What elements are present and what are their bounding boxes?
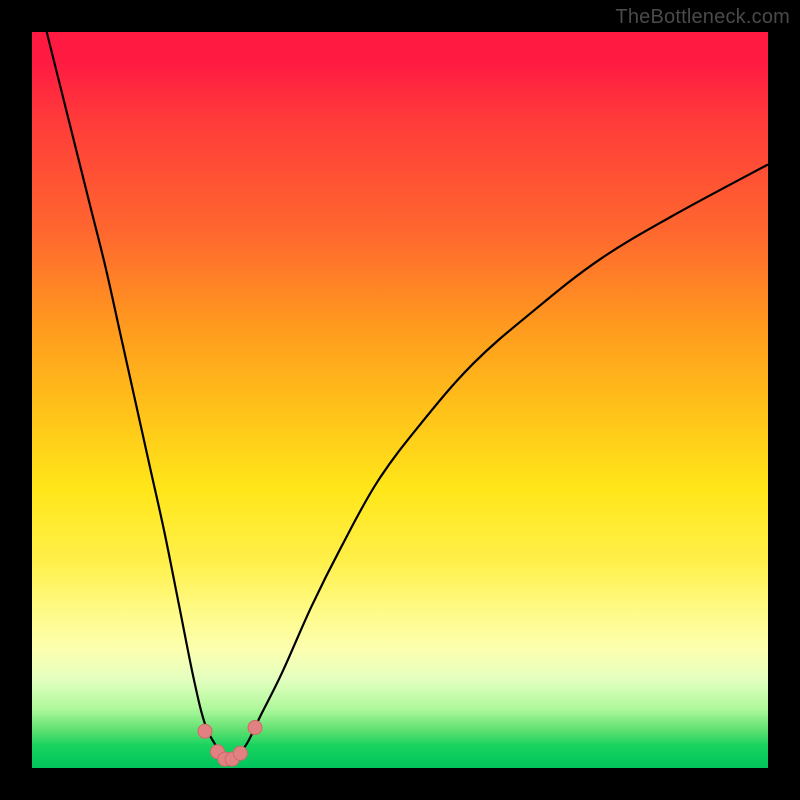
plot-area bbox=[32, 32, 768, 768]
chart-frame: TheBottleneck.com bbox=[0, 0, 800, 800]
attribution-label: TheBottleneck.com bbox=[615, 6, 790, 29]
trough-marker bbox=[198, 724, 212, 738]
trough-marker bbox=[248, 721, 262, 735]
curve-layer bbox=[32, 32, 768, 768]
trough-marker bbox=[233, 746, 247, 760]
left-branch-curve bbox=[47, 32, 231, 761]
trough-markers bbox=[198, 721, 262, 767]
right-branch-curve bbox=[231, 164, 768, 760]
